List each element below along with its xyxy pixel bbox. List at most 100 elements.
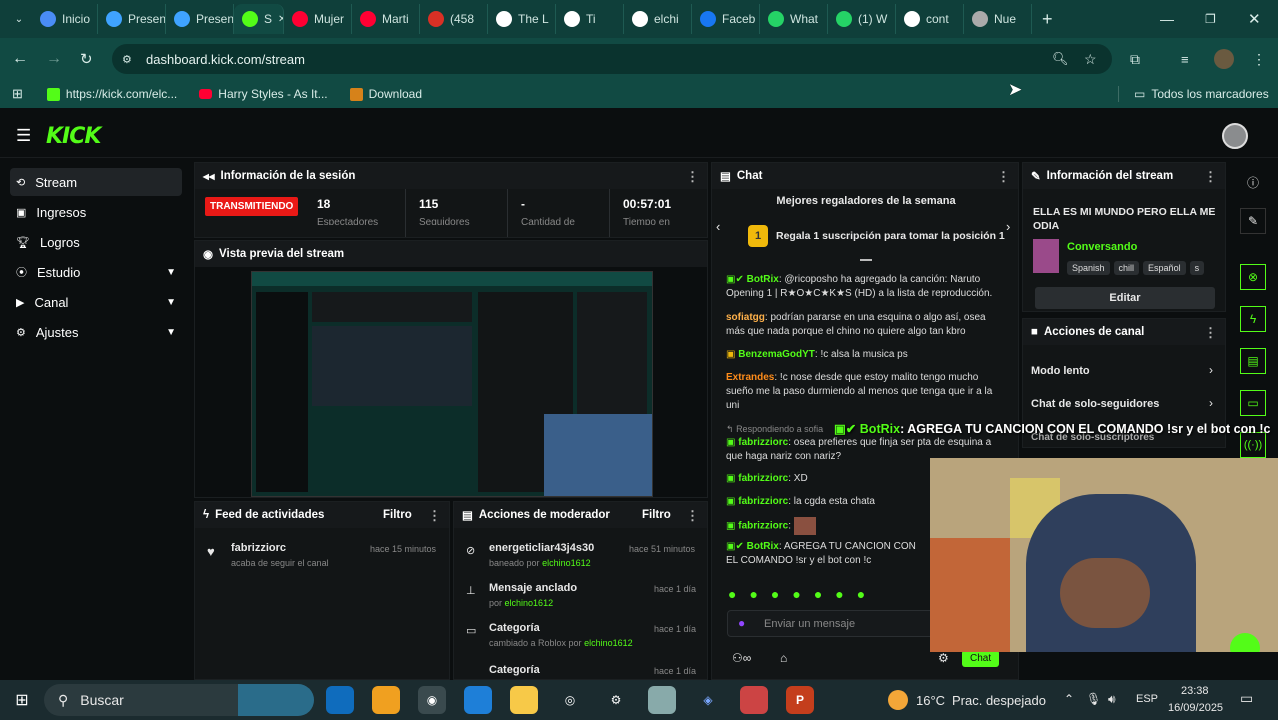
- sidebar-item-canal[interactable]: ▶ Canal ▼: [10, 288, 182, 316]
- whatsapp-icon: [768, 11, 784, 27]
- forward-icon[interactable]: →: [46, 50, 62, 68]
- category-name[interactable]: Conversando: [1067, 241, 1137, 253]
- browser-tab[interactable]: Nue: [964, 4, 1032, 34]
- mic-tray-icon[interactable]: 🎙︎: [1086, 692, 1101, 706]
- menu-icon[interactable]: ⋮: [1252, 51, 1266, 68]
- browser-tab[interactable]: S✕: [234, 4, 284, 34]
- browser-tab[interactable]: (458: [420, 4, 488, 34]
- back-icon[interactable]: ←: [12, 50, 28, 68]
- more-icon[interactable]: ⋮: [686, 169, 699, 185]
- calendar-icon[interactable]: [464, 686, 492, 714]
- more-icon[interactable]: ⋮: [997, 169, 1010, 185]
- restore-icon[interactable]: ❐: [1205, 12, 1216, 26]
- clock-time[interactable]: 23:38: [1181, 685, 1209, 697]
- minimize-icon[interactable]: —: [1160, 11, 1174, 27]
- hamburger-icon[interactable]: ☰: [16, 126, 31, 146]
- drag-handle[interactable]: [860, 259, 872, 261]
- chat-send-button[interactable]: Chat: [962, 650, 1000, 667]
- media-control-icon[interactable]: ≡: [1181, 52, 1189, 67]
- browser-tab[interactable]: The L: [488, 4, 556, 34]
- more-icon[interactable]: ⋮: [1204, 325, 1217, 341]
- info-icon[interactable]: ⓘ: [1247, 174, 1259, 191]
- language-indicator[interactable]: ESP: [1136, 693, 1158, 705]
- lightning-icon[interactable]: ϟ: [1240, 306, 1266, 332]
- browser-tab[interactable]: Faceb: [692, 4, 760, 34]
- browser-tab[interactable]: Inicio: [32, 4, 98, 34]
- chat-settings-icon[interactable]: ⚙: [938, 651, 949, 665]
- user-avatar[interactable]: [1222, 123, 1248, 149]
- browser-tab[interactable]: cont: [896, 4, 964, 34]
- sidebar-item-ingresos[interactable]: ▣ Ingresos: [10, 198, 182, 226]
- profile-avatar[interactable]: [1214, 49, 1234, 69]
- zoom-icon[interactable]: 🔍︎: [1052, 51, 1069, 67]
- address-bar[interactable]: ⚙ dashboard.kick.com/stream 🔍︎ ☆: [112, 44, 1112, 74]
- stream-preview-video[interactable]: [251, 271, 653, 497]
- shop-icon[interactable]: ⌂: [780, 651, 787, 665]
- new-tab-icon[interactable]: +: [1042, 9, 1053, 30]
- close-window-icon[interactable]: ✕: [1248, 10, 1261, 28]
- raid-icon[interactable]: ⊗: [1240, 264, 1266, 290]
- browser-tab[interactable]: elchi: [624, 4, 692, 34]
- more-icon[interactable]: ⋮: [1204, 169, 1217, 185]
- edit-button[interactable]: Editar: [1035, 287, 1215, 309]
- outlook-icon[interactable]: [326, 686, 354, 714]
- more-icon[interactable]: ⋮: [686, 508, 699, 524]
- bookmark-kick[interactable]: https://kick.com/elc...: [46, 87, 177, 101]
- clock-date[interactable]: 16/09/2025: [1168, 702, 1223, 714]
- windows-start-icon[interactable]: ⊞: [8, 686, 36, 714]
- tab-search-icon[interactable]: ⌄: [6, 14, 32, 25]
- taskbar-search[interactable]: ⚲ Buscar: [44, 684, 314, 716]
- actions-title: Acciones de canal: [1043, 326, 1145, 338]
- more-icon[interactable]: ⋮: [428, 508, 441, 524]
- store-icon[interactable]: [372, 686, 400, 714]
- site-info-icon[interactable]: ⚙: [122, 53, 132, 66]
- app-icon[interactable]: [648, 686, 676, 714]
- settings-icon[interactable]: ⚙: [602, 686, 630, 714]
- notification-icon[interactable]: ▭: [1240, 690, 1253, 707]
- sidebar-item-estudio[interactable]: ⦿ Estudio ▼: [10, 258, 182, 286]
- chevron-right-icon[interactable]: ›: [1006, 219, 1010, 234]
- browser-tab[interactable]: (1) W: [828, 4, 896, 34]
- reload-icon[interactable]: ↻: [80, 50, 93, 68]
- explorer-icon[interactable]: [510, 686, 538, 714]
- browser-tab[interactable]: Ti: [556, 4, 624, 34]
- document-icon[interactable]: ▤: [1240, 348, 1266, 374]
- kick-logo[interactable]: KICK: [46, 124, 101, 149]
- weather-desc[interactable]: Prac. despejado: [952, 693, 1046, 708]
- message-icon[interactable]: ▭: [1240, 390, 1266, 416]
- photo-app-icon[interactable]: [740, 686, 768, 714]
- weather-temp[interactable]: 16°C: [916, 693, 945, 708]
- browser-tab[interactable]: What: [760, 4, 828, 34]
- users-icon[interactable]: ⚇∞: [732, 651, 751, 665]
- powerpoint-icon[interactable]: P: [786, 686, 814, 714]
- chat-message: Extrandes: !c nose desde que estoy malit…: [726, 372, 993, 411]
- feed-user[interactable]: fabrizziorc: [231, 542, 286, 554]
- sidebar-item-stream[interactable]: ⟲ Stream: [10, 168, 182, 196]
- volume-icon[interactable]: 🔊︎: [1108, 692, 1116, 707]
- action-followers-only[interactable]: Chat de solo-seguidores: [1031, 398, 1159, 410]
- sidebar-item-logros[interactable]: 🏆︎ Logros: [10, 228, 182, 256]
- chrome-taskbar-icon[interactable]: ◉: [418, 686, 446, 714]
- browser-tab[interactable]: Mujer: [284, 4, 352, 34]
- feed-filter-button[interactable]: Filtro: [383, 509, 412, 521]
- mod-filter-button[interactable]: Filtro: [642, 509, 671, 521]
- sidebar-item-ajustes[interactable]: ⚙ Ajustes ▼: [10, 318, 182, 346]
- apps-grid-icon[interactable]: ⊞: [12, 86, 23, 102]
- action-slow-mode[interactable]: Modo lento: [1031, 365, 1090, 377]
- chevron-left-icon[interactable]: ‹: [716, 219, 720, 234]
- chat-input[interactable]: ● Enviar un mensaje: [727, 610, 947, 637]
- bookmark-download[interactable]: Download: [349, 87, 422, 101]
- chevron-right-icon[interactable]: ›: [1209, 396, 1213, 410]
- vscode-icon[interactable]: ◈: [694, 686, 722, 714]
- bookmark-star-icon[interactable]: ☆: [1084, 51, 1097, 68]
- chevron-right-icon[interactable]: ›: [1209, 363, 1213, 377]
- browser-tab[interactable]: Presen: [166, 4, 234, 34]
- tray-chevron-up-icon[interactable]: ⌃: [1064, 692, 1074, 706]
- browser-tab[interactable]: Presen: [98, 4, 166, 34]
- extensions-icon[interactable]: ⧉: [1130, 51, 1140, 68]
- browser-tab[interactable]: Marti: [352, 4, 420, 34]
- obs-icon[interactable]: ◎: [556, 686, 584, 714]
- all-bookmarks[interactable]: ▭ Todos los marcadores: [1134, 87, 1269, 101]
- edit-icon[interactable]: ✎: [1240, 208, 1266, 234]
- bookmark-harry-styles[interactable]: Harry Styles - As It...: [199, 87, 328, 101]
